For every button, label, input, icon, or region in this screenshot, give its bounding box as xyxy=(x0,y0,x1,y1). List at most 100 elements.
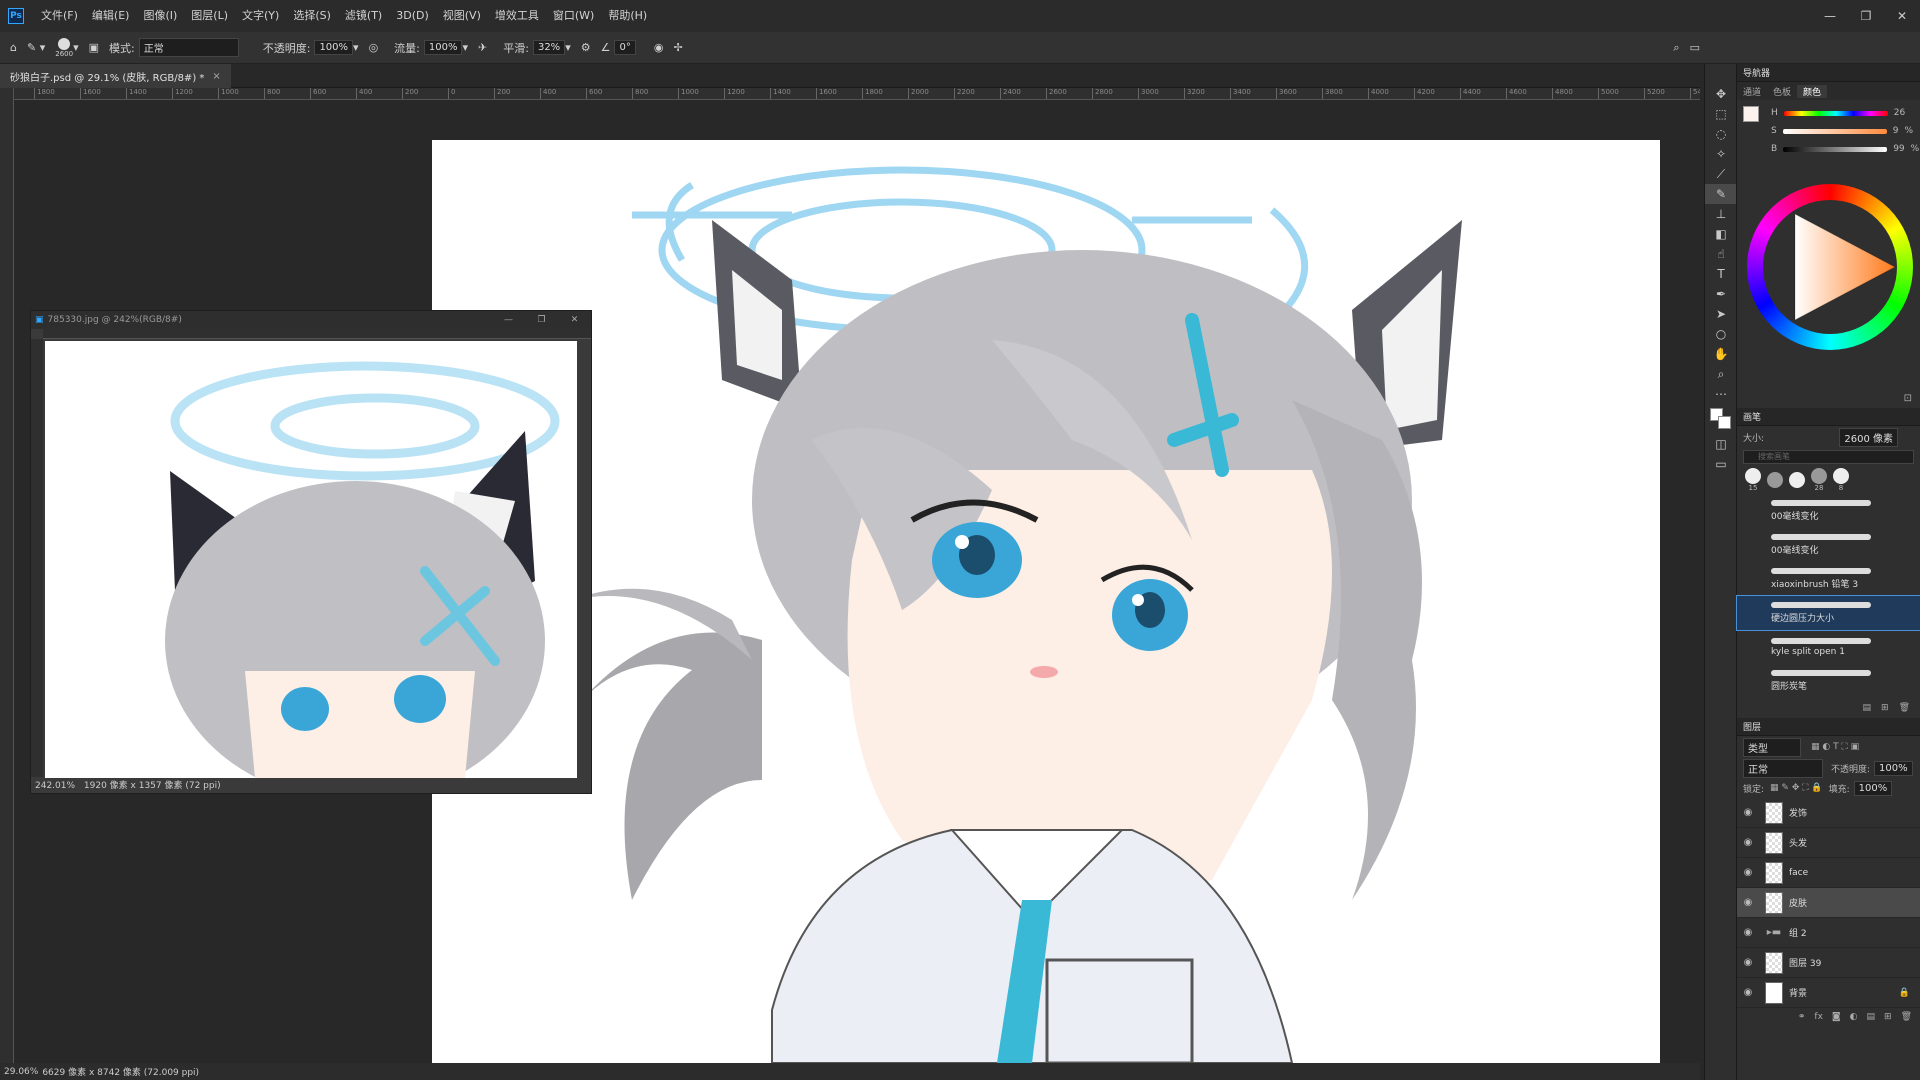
layer-row[interactable]: ◉ 图层 39 xyxy=(1737,948,1920,978)
reference-restore-button[interactable]: ❐ xyxy=(525,315,558,325)
home-icon[interactable]: ⌂ xyxy=(10,41,17,54)
delete-brush-icon[interactable]: 🗑 xyxy=(1899,703,1910,713)
reference-minimize-button[interactable]: — xyxy=(492,315,525,325)
brush-list-item[interactable]: kyle split open 1 xyxy=(1737,630,1920,664)
delete-layer-icon[interactable]: 🗑 xyxy=(1901,1012,1912,1022)
stamp-tool-icon[interactable]: ⊥ xyxy=(1705,204,1737,224)
restore-button[interactable]: ❐ xyxy=(1848,0,1884,32)
quick-mask-icon[interactable]: ◫ xyxy=(1705,434,1737,454)
reference-window[interactable]: ▣ 785330.jpg @ 242%(RGB/8#) — ❐ ✕ 242.01… xyxy=(30,310,592,794)
panel-expand-icon[interactable]: ⊡ xyxy=(1904,393,1912,404)
workspace-icon[interactable]: ▭ xyxy=(1690,41,1700,54)
eraser-tool-icon[interactable]: ◧ xyxy=(1705,224,1737,244)
layer-row[interactable]: ◉ 发饰 xyxy=(1737,798,1920,828)
layer-name[interactable]: 图层 39 xyxy=(1789,956,1821,969)
swap-colors-icon[interactable] xyxy=(1705,404,1737,434)
layer-name[interactable]: face xyxy=(1789,868,1808,878)
new-group-icon[interactable]: ▤ xyxy=(1863,703,1872,713)
brightness-value[interactable]: 99 xyxy=(1893,144,1904,154)
visibility-eye-icon[interactable]: ◉ xyxy=(1737,897,1759,908)
brush-list-item[interactable]: xiaoxinbrush 铅笔 3 xyxy=(1737,562,1920,596)
brush-preset[interactable] xyxy=(1789,472,1805,488)
minimize-button[interactable]: — xyxy=(1812,0,1848,32)
menu-item[interactable]: 增效工具 xyxy=(488,0,546,32)
hue-slider[interactable] xyxy=(1783,110,1888,116)
zoom-readout[interactable]: 29.06% xyxy=(4,1067,38,1077)
color-panel-tab[interactable]: 色板 xyxy=(1767,85,1797,98)
menu-item[interactable]: 文件(F) xyxy=(34,0,85,32)
reference-image[interactable] xyxy=(45,341,577,778)
gear-icon[interactable]: ⚙ xyxy=(581,41,591,54)
adjustment-layer-icon[interactable]: ◐ xyxy=(1850,1012,1858,1022)
brightness-slider[interactable] xyxy=(1783,146,1888,152)
layer-name[interactable]: 皮肤 xyxy=(1789,896,1807,909)
saturation-value[interactable]: 9 xyxy=(1893,126,1899,136)
menu-item[interactable]: 3D(D) xyxy=(389,0,436,32)
brush-preset[interactable] xyxy=(1767,472,1783,488)
visibility-eye-icon[interactable]: ◉ xyxy=(1737,927,1759,938)
color-triangle[interactable] xyxy=(1747,184,1913,350)
menu-item[interactable]: 文字(Y) xyxy=(235,0,286,32)
smooth-input[interactable]: 32% xyxy=(532,40,566,55)
marquee-tool-icon[interactable]: ⬚ xyxy=(1705,104,1737,124)
saturation-slider[interactable] xyxy=(1782,128,1887,134)
move-tool-icon[interactable]: ✥ xyxy=(1705,84,1737,104)
magic-wand-tool-icon[interactable]: ✧ xyxy=(1705,144,1737,164)
brush-size-input[interactable]: 2600 像素 xyxy=(1839,427,1898,447)
reference-window-titlebar[interactable]: ▣ 785330.jpg @ 242%(RGB/8#) — ❐ ✕ xyxy=(31,311,591,329)
flow-input[interactable]: 100% xyxy=(423,40,463,55)
brush-list-item[interactable]: 圆形炭笔 xyxy=(1737,664,1920,698)
shape-tool-icon[interactable]: ○ xyxy=(1705,324,1737,344)
add-mask-icon[interactable]: ◙ xyxy=(1832,1012,1841,1022)
brush-list-item[interactable]: 00毫线变化 xyxy=(1737,528,1920,562)
airbrush-icon[interactable]: ✈ xyxy=(478,41,487,54)
visibility-eye-icon[interactable]: ◉ xyxy=(1737,837,1759,848)
hue-value[interactable]: 26 xyxy=(1894,108,1905,118)
pressure-opacity-icon[interactable]: ◎ xyxy=(369,41,379,54)
lock-icons[interactable]: ▦ ✎ ✥ ⛶ 🔒 xyxy=(1770,783,1823,793)
layer-blend-mode[interactable]: 正常 xyxy=(1743,758,1823,778)
eyedropper-tool-icon[interactable]: ⟋ xyxy=(1705,164,1737,184)
close-tab-icon[interactable]: × xyxy=(212,71,220,82)
screen-mode-icon[interactable]: ▭ xyxy=(1705,454,1737,474)
brush-preset[interactable]: 8 xyxy=(1833,468,1849,492)
layer-row[interactable]: ◉ 头发 xyxy=(1737,828,1920,858)
brush-panel-header[interactable]: 画笔 xyxy=(1737,408,1920,426)
fill-input[interactable]: 100% xyxy=(1853,780,1893,796)
type-tool-icon[interactable]: T xyxy=(1705,264,1737,284)
visibility-eye-icon[interactable]: ◉ xyxy=(1737,957,1759,968)
color-panel-tab[interactable]: 通道 xyxy=(1737,85,1767,98)
menu-item[interactable]: 编辑(E) xyxy=(85,0,137,32)
close-button[interactable]: ✕ xyxy=(1884,0,1920,32)
pen-tool-icon[interactable]: ✒ xyxy=(1705,284,1737,304)
artboard[interactable] xyxy=(432,140,1660,1063)
brush-tool-icon[interactable]: ✎ ▾ xyxy=(27,41,45,54)
layer-opacity-input[interactable]: 100% xyxy=(1874,760,1913,776)
color-panel-tab[interactable]: 颜色 xyxy=(1797,84,1828,98)
brush-preset[interactable]: 15 xyxy=(1745,468,1761,492)
hand-tool-icon[interactable]: ✋ xyxy=(1705,344,1737,364)
menu-item[interactable]: 选择(S) xyxy=(286,0,338,32)
background-color-swatch[interactable] xyxy=(1718,416,1731,429)
visibility-eye-icon[interactable]: ◉ xyxy=(1737,807,1759,818)
menu-item[interactable]: 图层(L) xyxy=(184,0,235,32)
color-wheel[interactable] xyxy=(1747,184,1913,350)
smudge-tool-icon[interactable]: ☝ xyxy=(1705,244,1737,264)
menu-item[interactable]: 滤镜(T) xyxy=(338,0,389,32)
foreground-swatch[interactable] xyxy=(1743,106,1759,122)
navigator-panel-header[interactable]: 导航器 xyxy=(1737,64,1920,82)
search-icon[interactable]: ⌕ xyxy=(1673,41,1679,55)
path-select-tool-icon[interactable]: ➤ xyxy=(1705,304,1737,324)
brush-preset-picker[interactable]: 2600 ▾ xyxy=(55,37,79,58)
brush-settings-icon[interactable]: ▣ xyxy=(89,41,99,54)
lasso-tool-icon[interactable]: ◌ xyxy=(1705,124,1737,144)
layer-row[interactable]: ◉ 皮肤 xyxy=(1737,888,1920,918)
symmetry-icon[interactable]: ✢ xyxy=(673,41,682,54)
document-tab[interactable]: 砂狼白子.psd @ 29.1% (皮肤, RGB/8#) * × xyxy=(0,64,231,88)
layer-style-icon[interactable]: fx xyxy=(1814,1012,1823,1022)
brush-tool-icon[interactable]: ✎ xyxy=(1705,184,1737,204)
reference-close-button[interactable]: ✕ xyxy=(558,315,591,325)
opacity-input[interactable]: 100% xyxy=(314,40,354,55)
visibility-eye-icon[interactable]: ◉ xyxy=(1737,867,1759,878)
layer-name[interactable]: 头发 xyxy=(1789,836,1807,849)
